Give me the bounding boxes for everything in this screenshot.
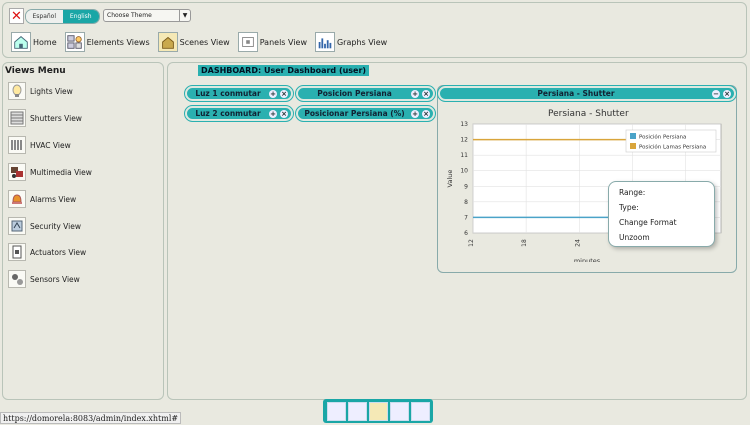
sidebar-item-label: Actuators View: [30, 247, 87, 257]
nav-scenes-label: Scenes View: [179, 37, 230, 47]
legend-swatch: [630, 143, 636, 149]
widget-label: Luz 1 conmutar: [195, 89, 261, 98]
sensor-icon: [8, 270, 26, 288]
widget-posicionar-persiana[interactable]: Posicionar Persiana (%) + ×: [295, 105, 436, 122]
widget-luz1[interactable]: Luz 1 conmutar + ×: [184, 85, 294, 102]
y-axis-label: Value: [446, 170, 454, 188]
chevron-down-icon[interactable]: ▼: [179, 10, 190, 21]
home-icon[interactable]: [326, 401, 346, 421]
widget-label: Posicion Persiana: [317, 89, 392, 98]
widget-label: Posicionar Persiana (%): [304, 109, 405, 118]
sidebar-item-actuators[interactable]: Actuators View: [8, 243, 86, 261]
widget-label: Luz 2 conmutar: [195, 109, 261, 118]
lang-en-button[interactable]: English: [62, 10, 99, 23]
sidebar-item-lights[interactable]: Lights View: [8, 82, 73, 100]
page-title: DASHBOARD: User Dashboard (user): [198, 65, 370, 76]
close-icon[interactable]: ✕: [9, 8, 24, 24]
y-tick-label: 9: [464, 183, 468, 190]
plus-icon[interactable]: +: [269, 109, 277, 118]
light-bulb-icon: [8, 82, 26, 100]
nav-panels-label: Panels View: [259, 37, 307, 47]
sidebar-item-multimedia[interactable]: Multimedia View: [8, 163, 92, 181]
menu-item-change-format[interactable]: Change Format: [619, 218, 677, 227]
y-tick-label: 7: [464, 214, 468, 221]
sidebar-item-security[interactable]: Security View: [8, 217, 81, 235]
sidebar-item-alarms[interactable]: Alarms View: [8, 190, 76, 208]
shutter-icon: [8, 109, 26, 127]
security-icon: [8, 217, 26, 235]
y-tick-label: 12: [460, 137, 468, 144]
multimedia-icon: [8, 163, 26, 181]
x-tick-label: 24: [574, 239, 581, 247]
x-tick-label: 18: [521, 239, 528, 247]
main-nav: Home Elements Views Scenes View Panels V…: [11, 32, 395, 52]
panels-icon: [237, 32, 258, 52]
sidebar-item-label: Multimedia View: [30, 167, 92, 177]
sidebar-item-label: HVAC View: [30, 140, 71, 150]
nav-home[interactable]: Home: [11, 32, 57, 52]
sidebar-item-label: Sensors View: [30, 274, 80, 284]
close-icon[interactable]: ×: [422, 89, 430, 98]
close-icon[interactable]: ×: [280, 89, 288, 98]
sidebar-item-shutters[interactable]: Shutters View: [8, 109, 82, 127]
y-tick-label: 8: [464, 199, 468, 206]
theme-select-value: Choose Theme: [107, 12, 152, 19]
plus-icon[interactable]: +: [411, 89, 419, 98]
nav-elements[interactable]: Elements Views: [64, 32, 150, 52]
sidebar-item-sensors[interactable]: Sensors View: [8, 270, 80, 288]
sidebar-item-hvac[interactable]: HVAC View: [8, 136, 71, 154]
panels-icon[interactable]: [389, 401, 409, 421]
y-tick-label: 13: [460, 121, 468, 128]
sidebar-item-label: Lights View: [30, 86, 73, 96]
graphs-icon: [314, 32, 335, 52]
chart-widget-title: Persiana - Shutter: [537, 89, 615, 98]
chart-context-menu: Range: Type: Change Format Unzoom: [608, 181, 715, 247]
plus-icon[interactable]: +: [269, 89, 277, 98]
widget-luz2[interactable]: Luz 2 conmutar + ×: [184, 105, 294, 122]
status-bar-url: https://domorela:8083/admin/index.xhtml#: [0, 412, 182, 424]
theme-select[interactable]: Choose Theme ▼: [103, 9, 191, 22]
scenes-icon: [157, 32, 178, 52]
home-icon: [11, 32, 31, 52]
lang-es-button[interactable]: Español: [26, 10, 63, 23]
widget-posicion-persiana[interactable]: Posicion Persiana + ×: [295, 85, 436, 102]
views-menu-title: Views Menu: [5, 66, 66, 76]
nav-scenes[interactable]: Scenes View: [157, 32, 230, 52]
x-tick-label: 12: [468, 239, 475, 247]
language-toggle[interactable]: Español English: [25, 9, 100, 24]
nav-graphs-label: Graphs View: [336, 37, 388, 47]
sidebar-item-label: Shutters View: [30, 113, 82, 123]
top-toolbar: ✕ Español English Choose Theme ▼ Home El…: [2, 2, 747, 58]
legend-swatch: [630, 133, 636, 139]
close-icon[interactable]: ×: [280, 109, 288, 118]
nav-elements-label: Elements Views: [86, 37, 150, 47]
nav-home-label: Home: [33, 37, 57, 47]
scenes-icon[interactable]: [368, 401, 388, 421]
close-icon[interactable]: ×: [723, 89, 731, 98]
sidebar-item-label: Security View: [30, 221, 81, 231]
sidebar-item-label: Alarms View: [30, 194, 77, 204]
elements-icon: [64, 32, 85, 52]
radiator-icon: [8, 136, 26, 154]
y-tick-label: 11: [460, 152, 468, 159]
minus-icon[interactable]: −: [712, 89, 720, 98]
legend-label: Posición Persiana: [639, 134, 686, 141]
bottom-dock: [323, 399, 433, 423]
menu-item-unzoom[interactable]: Unzoom: [619, 233, 650, 242]
y-tick-label: 6: [464, 230, 468, 237]
chart-widget-header[interactable]: Persiana - Shutter − ×: [437, 85, 737, 102]
x-axis-label: minutes: [574, 257, 601, 262]
menu-item-range[interactable]: Range:: [619, 188, 645, 197]
plus-icon[interactable]: +: [411, 109, 419, 118]
nav-graphs[interactable]: Graphs View: [314, 32, 388, 52]
legend-label: Posición Lamas Persiana: [639, 144, 706, 151]
graphs-icon[interactable]: [410, 401, 430, 421]
y-tick-label: 10: [460, 168, 468, 175]
bell-icon: [8, 190, 26, 208]
menu-item-type[interactable]: Type:: [619, 203, 639, 212]
actuator-icon: [8, 243, 26, 261]
close-icon[interactable]: ×: [422, 109, 430, 118]
nav-panels[interactable]: Panels View: [237, 32, 307, 52]
elements-icon[interactable]: [347, 401, 367, 421]
